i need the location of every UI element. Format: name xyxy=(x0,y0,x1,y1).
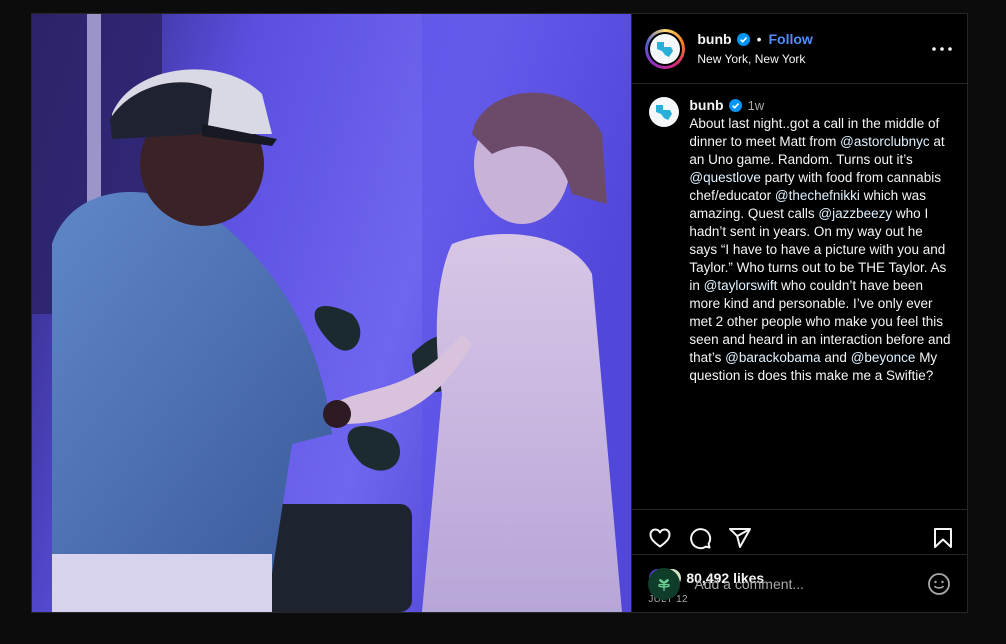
follow-button[interactable]: Follow xyxy=(768,31,812,47)
mention-link[interactable]: @thechefnikki xyxy=(775,188,860,203)
mention-link[interactable]: @beyonce xyxy=(851,350,916,365)
comment-input[interactable] xyxy=(692,574,927,593)
mention-link[interactable]: @barackobama xyxy=(725,350,821,365)
leaf-icon xyxy=(658,578,671,591)
comment-bubble-icon[interactable] xyxy=(688,526,712,550)
mention-link[interactable]: @questlove xyxy=(689,170,761,185)
mention-link[interactable]: @taylorswift xyxy=(704,278,778,293)
header-separator: • xyxy=(756,31,762,47)
caption-username[interactable]: bunb xyxy=(689,97,723,113)
comment-box xyxy=(632,554,967,612)
texas-logo-icon xyxy=(656,105,673,120)
post-sidebar: bunb • Follow New York, New York bunb 1w… xyxy=(631,14,967,612)
caption-area: bunb 1w About last night..got a call in … xyxy=(632,84,967,510)
verified-badge-icon xyxy=(728,98,742,112)
caption-timestamp[interactable]: 1w xyxy=(748,98,765,113)
mention-link[interactable]: @astorclubnyc xyxy=(840,134,930,149)
caption-segment: and xyxy=(820,350,851,365)
texas-logo-icon xyxy=(650,33,681,64)
post-dialog: bunb • Follow New York, New York bunb 1w… xyxy=(31,13,968,613)
caption-text: About last night..got a call in the midd… xyxy=(689,115,952,385)
mention-link[interactable]: @jazzbeezy xyxy=(818,206,892,221)
post-photo[interactable] xyxy=(32,14,632,612)
caption-avatar[interactable] xyxy=(649,97,680,127)
heart-icon[interactable] xyxy=(648,526,672,550)
post-location[interactable]: New York, New York xyxy=(697,52,930,66)
paper-plane-icon[interactable] xyxy=(728,526,752,550)
verified-badge-icon xyxy=(736,32,750,46)
author-username[interactable]: bunb xyxy=(697,31,731,47)
post-photo-image xyxy=(32,14,632,612)
smiley-icon[interactable] xyxy=(927,572,951,596)
more-options-icon[interactable] xyxy=(930,37,954,61)
post-header: bunb • Follow New York, New York xyxy=(632,14,967,84)
commenter-avatar xyxy=(648,567,681,600)
bookmark-icon[interactable] xyxy=(931,526,955,550)
author-avatar[interactable] xyxy=(645,28,686,69)
